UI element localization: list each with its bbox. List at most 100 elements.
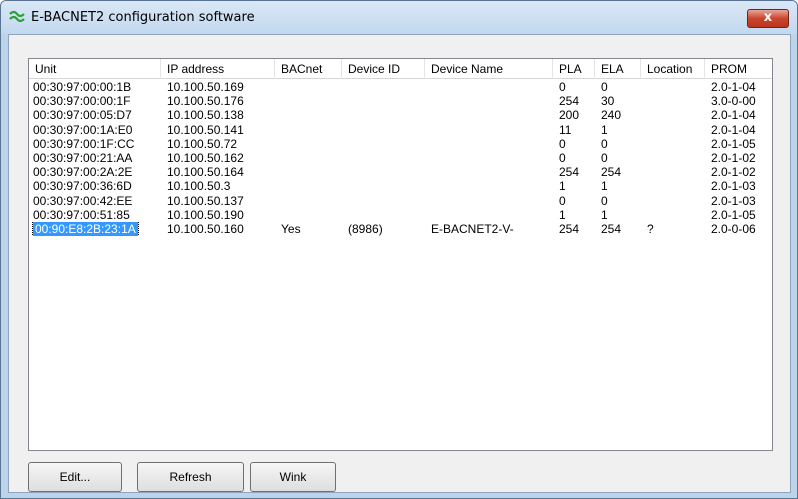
cell-pla: 1 [559, 207, 566, 222]
column-header-device-name[interactable]: Device Name [425, 59, 553, 79]
cell-ela: 1 [601, 122, 608, 137]
cell-unit: 00:30:97:00:00:1B [33, 80, 132, 94]
cell-pla: 11 [559, 122, 572, 137]
cell-pla: 0 [559, 136, 566, 151]
cell-device-id [342, 179, 425, 193]
column-header-unit[interactable]: Unit [29, 59, 161, 79]
cell-unit: 00:30:97:00:00:1F [33, 94, 131, 109]
list-item[interactable]: 00:30:97:00:1A:E0 10.100.50.141 11 1 2.0-1-0… [29, 122, 772, 137]
cell-device-id [342, 94, 425, 108]
cell-bacnet [275, 165, 342, 179]
cell-bacnet [275, 108, 342, 122]
cell-unit: 00:30:97:00:1F:CC [33, 136, 135, 151]
cell-device-name [425, 94, 553, 108]
wave-logo-icon [9, 10, 25, 23]
cell-device-id [342, 151, 425, 165]
cell-ela: 1 [601, 207, 608, 222]
cell-ip-address: 10.100.50.190 [167, 207, 244, 222]
cell-device-name [425, 208, 553, 222]
cell-pla: 254 [559, 165, 580, 180]
list-item[interactable]: 00:30:97:00:2A:2E 10.100.50.164 254 254 2.0-… [29, 165, 772, 180]
cell-ela: 240 [601, 108, 622, 123]
column-header-bacnet[interactable]: BACnet [275, 59, 342, 79]
dialog-body: Unit IP address BACnet Device ID Device Name… [8, 34, 791, 493]
cell-pla: 0 [559, 193, 566, 208]
cell-bacnet [275, 151, 342, 165]
cell-location [641, 179, 705, 193]
wink-button[interactable]: Wink [250, 462, 336, 492]
cell-ela: 0 [601, 150, 608, 165]
cell-unit: 00:30:97:00:2A:2E [33, 165, 133, 180]
cell-bacnet [275, 194, 342, 208]
cell-device-name [425, 137, 553, 151]
list-item[interactable]: 00:30:97:00:51:85 10.100.50.190 1 1 2.0-1-05 [29, 207, 772, 222]
list-item[interactable]: 00:30:97:00:1F:CC 10.100.50.72 0 0 2.0-1-05 [29, 136, 772, 151]
column-header-location[interactable]: Location [641, 59, 705, 79]
cell-ela: 254 [601, 221, 622, 236]
cell-device-name [425, 80, 553, 94]
cell-unit: 00:90:E8:2B:23:1A [32, 221, 139, 237]
cell-device-id [342, 208, 425, 222]
cell-device-name [425, 108, 553, 122]
cell-bacnet [275, 208, 342, 222]
list-item[interactable]: 00:30:97:00:21:AA 10.100.50.162 0 0 2.0-1-02 [29, 150, 772, 165]
cell-ela: 1 [601, 179, 608, 194]
cell-device-id [342, 108, 425, 122]
column-header-device-id[interactable]: Device ID [342, 59, 425, 79]
cell-ip-address: 10.100.50.162 [167, 150, 244, 165]
edit-button[interactable]: Edit... [28, 462, 122, 492]
app-window: E-BACNET2 configuration software x Unit I… [0, 0, 798, 499]
cell-location [641, 137, 705, 151]
cell-ip-address: 10.100.50.3 [167, 179, 231, 194]
cell-unit: 00:30:97:00:51:85 [33, 207, 130, 222]
cell-location [641, 108, 705, 122]
list-item[interactable]: 00:90:E8:2B:23:1A 10.100.50.160 Yes (8986) E… [29, 221, 772, 237]
cell-device-id: (8986) [348, 221, 383, 236]
units-list[interactable]: Unit IP address BACnet Device ID Device Name… [28, 58, 773, 451]
cell-device-name [425, 194, 553, 208]
cell-prom: 2.0-1-02 [711, 150, 756, 165]
list-header: Unit IP address BACnet Device ID Device Name… [29, 59, 772, 79]
cell-location [641, 151, 705, 165]
cell-bacnet: Yes [281, 221, 301, 236]
column-header-ip-address[interactable]: IP address [161, 59, 275, 79]
column-header-ela[interactable]: ELA [595, 59, 641, 79]
cell-bacnet [275, 179, 342, 193]
title-bar[interactable]: E-BACNET2 configuration software x [1, 1, 797, 34]
list-item[interactable]: 00:30:97:00:42:EE 10.100.50.137 0 0 2.0-1-03 [29, 193, 772, 208]
cell-prom: 2.0-1-02 [711, 165, 756, 180]
cell-pla: 200 [559, 108, 580, 123]
list-item[interactable]: 00:30:97:00:36:6D 10.100.50.3 1 1 2.0-1-03 [29, 179, 772, 194]
refresh-button[interactable]: Refresh [137, 462, 244, 492]
close-button[interactable]: x [747, 9, 789, 28]
cell-pla: 254 [559, 221, 580, 236]
refresh-button-label: Refresh [169, 470, 212, 484]
cell-location [641, 94, 705, 108]
cell-prom: 2.0-1-05 [711, 207, 756, 222]
cell-unit: 00:30:97:00:42:EE [33, 193, 133, 208]
cell-unit: 00:30:97:00:05:D7 [33, 108, 132, 123]
column-header-pla[interactable]: PLA [553, 59, 595, 79]
cell-ela: 0 [601, 193, 608, 208]
cell-pla: 1 [559, 179, 566, 194]
cell-device-id [342, 80, 425, 94]
cell-ip-address: 10.100.50.164 [167, 165, 244, 180]
list-item[interactable]: 00:30:97:00:00:1F 10.100.50.176 254 30 3.0-0… [29, 94, 772, 109]
close-icon: x [763, 10, 773, 25]
cell-location [641, 123, 705, 137]
cell-location [641, 165, 705, 179]
cell-ip-address: 10.100.50.72 [167, 136, 238, 151]
list-item[interactable]: 00:30:97:00:00:1B 10.100.50.169 0 0 2.0-1-04 [29, 80, 772, 94]
cell-unit: 00:30:97:00:21:AA [33, 150, 133, 165]
cell-unit: 00:30:97:00:1A:E0 [33, 122, 133, 137]
cell-device-name [425, 123, 553, 137]
cell-device-name: E-BACNET2-V- [431, 221, 514, 236]
cell-bacnet [275, 94, 342, 108]
list-item[interactable]: 00:30:97:00:05:D7 10.100.50.138 200 240 2.0-… [29, 108, 772, 123]
column-header-prom[interactable]: PROM [705, 59, 772, 79]
cell-prom: 3.0-0-00 [711, 94, 756, 109]
cell-ela: 0 [601, 80, 608, 94]
cell-device-id [342, 137, 425, 151]
cell-location [641, 80, 705, 94]
cell-ip-address: 10.100.50.141 [167, 122, 244, 137]
